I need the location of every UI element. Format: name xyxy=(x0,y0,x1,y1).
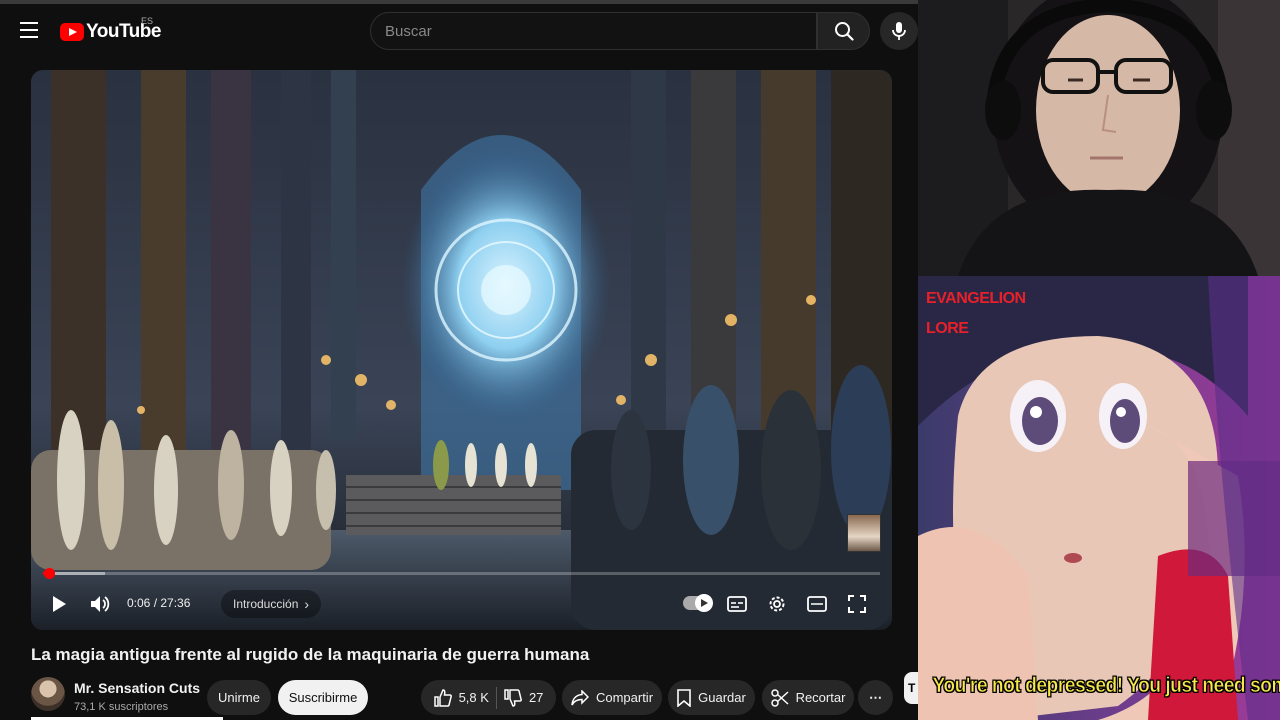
time-display: 0:06 / 27:36 xyxy=(127,596,191,610)
webcam-feed xyxy=(918,0,1280,276)
anime-title: EVANGELION LORE xyxy=(926,284,1026,344)
theater-mode-button[interactable] xyxy=(803,590,831,618)
clip-label: Recortar xyxy=(795,690,846,705)
theater-mode-icon xyxy=(807,596,827,612)
share-icon xyxy=(571,689,589,705)
anime-title-line1: EVANGELION xyxy=(926,290,1026,307)
channel-avatar[interactable] xyxy=(31,677,65,711)
like-divider xyxy=(495,686,497,709)
progress-bar[interactable] xyxy=(43,568,880,579)
like-count: 5,8 K xyxy=(458,690,489,705)
dislike-count: 27 xyxy=(528,690,544,705)
subscribe-button[interactable]: Suscribirme xyxy=(278,680,368,715)
play-icon xyxy=(53,596,66,612)
search-input[interactable] xyxy=(371,13,816,49)
subtitle-caption: You're not depressed! You just need some… xyxy=(932,674,1280,698)
volume-button[interactable] xyxy=(87,590,115,618)
join-button[interactable]: Unirme xyxy=(207,680,271,715)
save-label: Guardar xyxy=(698,690,746,705)
subscribe-label: Suscribirme xyxy=(288,690,358,705)
subtitles-button[interactable] xyxy=(723,590,751,618)
anime-clip-panel: EVANGELION LORE You're not depressed! Yo… xyxy=(918,276,1280,720)
play-button[interactable] xyxy=(45,590,73,618)
subscriber-count: 73,1 K suscriptores xyxy=(74,701,169,713)
voice-search-button[interactable] xyxy=(880,12,918,50)
chapter-title: Introducción xyxy=(233,597,299,611)
youtube-play-logo-icon xyxy=(60,23,84,41)
chevron-right-icon: › xyxy=(304,596,310,612)
share-label: Compartir xyxy=(595,690,654,705)
fullscreen-icon xyxy=(848,595,866,613)
search-box xyxy=(370,12,817,50)
save-button[interactable]: Guardar xyxy=(668,680,755,715)
clip-button[interactable]: Recortar xyxy=(762,680,854,715)
autoplay-toggle[interactable] xyxy=(683,594,713,612)
autoplay-play-icon xyxy=(695,594,713,612)
region-badge: ES xyxy=(141,16,154,26)
top-border xyxy=(0,0,918,4)
video-frame-cathedral xyxy=(31,70,892,630)
player-controls: 0:06 / 27:36 Introducción › xyxy=(31,586,892,622)
thumbs-down-icon xyxy=(504,688,522,707)
search-button[interactable] xyxy=(817,12,870,50)
screen: YouTube ES Buscar 0:06 / 27:36 Introducc… xyxy=(0,0,1280,720)
like-button[interactable]: 5,8 K xyxy=(433,688,489,707)
edge-button[interactable]: T xyxy=(904,672,918,704)
youtube-page: YouTube ES Buscar 0:06 / 27:36 Introducc… xyxy=(0,0,918,720)
progress-buffered xyxy=(49,572,105,575)
join-label: Unirme xyxy=(218,690,260,705)
chapter-button[interactable]: Introducción › xyxy=(221,590,322,618)
microphone-icon xyxy=(892,22,906,40)
anime-title-line2: LORE xyxy=(926,320,969,337)
fullscreen-button[interactable] xyxy=(843,590,871,618)
video-player[interactable]: 0:06 / 27:36 Introducción › xyxy=(31,70,892,630)
video-title: La magia antigua frente al rugido de la … xyxy=(31,645,590,664)
share-button[interactable]: Compartir xyxy=(562,680,662,715)
dislike-button[interactable]: 27 xyxy=(504,688,544,707)
streamer-webcam-image xyxy=(918,0,1280,276)
menu-icon[interactable] xyxy=(20,22,40,40)
progress-scrubber[interactable] xyxy=(44,568,55,579)
thumbs-up-icon xyxy=(433,688,452,707)
scissors-icon xyxy=(770,688,789,707)
youtube-logo[interactable]: YouTube ES xyxy=(60,16,161,43)
volume-icon xyxy=(91,596,110,612)
more-actions-button[interactable]: ⋯ xyxy=(858,680,893,715)
bookmark-icon xyxy=(677,688,691,707)
settings-button[interactable] xyxy=(763,590,791,618)
search-icon xyxy=(834,22,854,41)
channel-name[interactable]: Mr. Sensation Cuts xyxy=(74,680,200,696)
subtitles-icon xyxy=(727,596,747,612)
channel-watermark[interactable] xyxy=(847,514,881,552)
more-icon: ⋯ xyxy=(869,689,882,705)
gear-icon xyxy=(769,596,785,612)
like-dislike-group: 5,8 K 27 xyxy=(421,680,556,715)
